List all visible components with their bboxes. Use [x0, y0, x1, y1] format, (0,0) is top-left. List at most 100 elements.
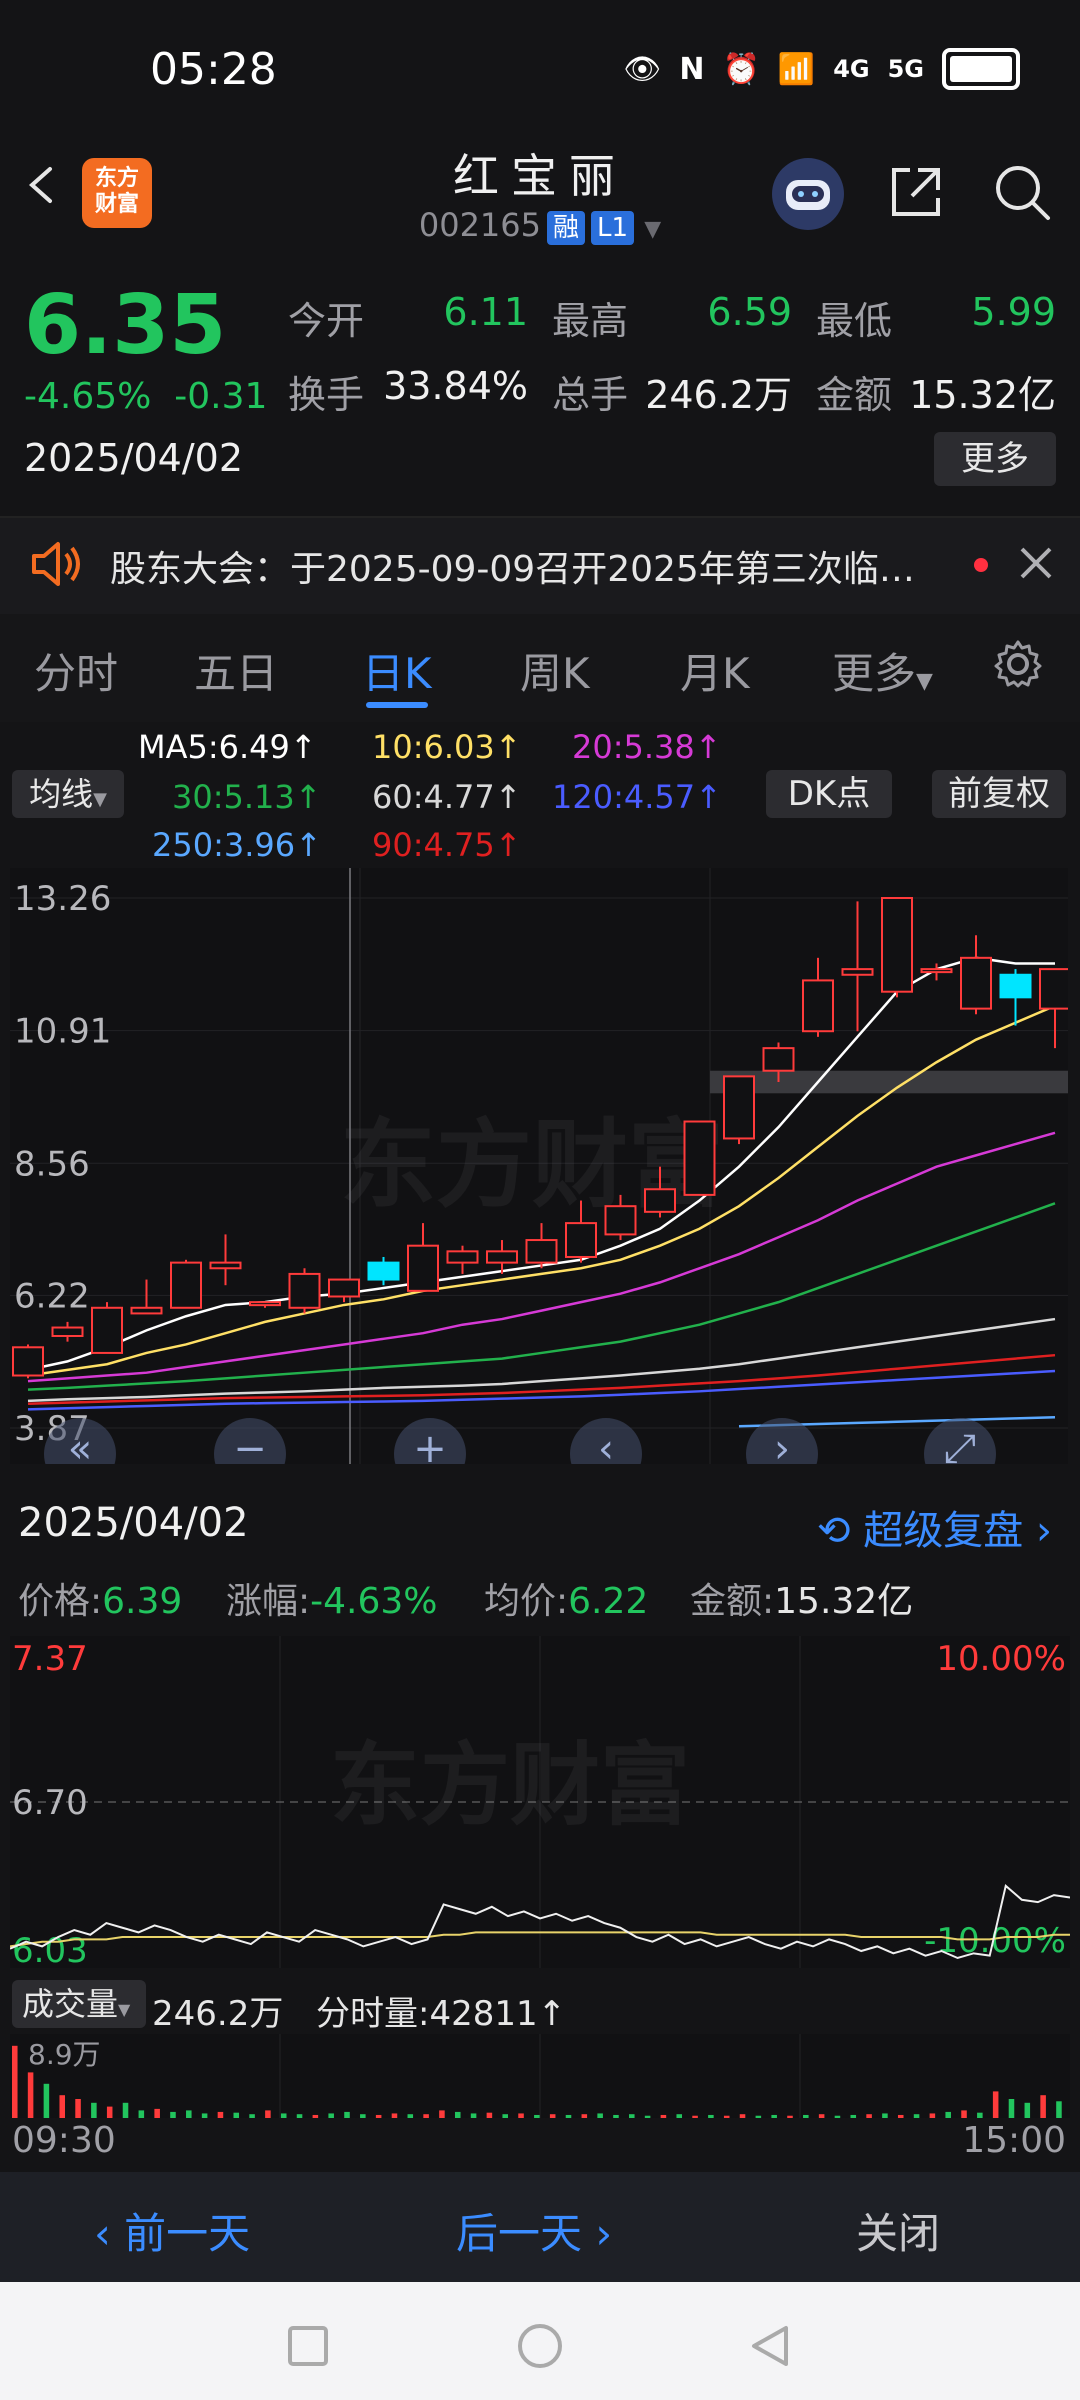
volume-value: 246.2万: [645, 373, 792, 417]
volume-bar: [897, 2114, 904, 2118]
system-nav-bar: [0, 2282, 1080, 2400]
zoom-out-icon: −: [233, 1426, 267, 1464]
volume-bar: [644, 2115, 651, 2118]
ma-dropdown[interactable]: 均线▼: [12, 770, 124, 818]
intraday-date: 2025/04/02: [18, 1500, 249, 1546]
level-tag: L1: [591, 211, 635, 245]
status-icons: 👁 N ⏰ 📶 4G 5G: [623, 48, 1020, 90]
prev-day-button[interactable]: ‹ 前一天: [94, 2200, 250, 2261]
volume-bar: [787, 2115, 793, 2118]
volume-bar: [992, 2091, 999, 2118]
cell-4g-icon: 4G: [833, 55, 870, 83]
close-icon[interactable]: [1018, 545, 1054, 581]
volume-bar: [43, 2083, 50, 2118]
next-icon: ›: [774, 1426, 790, 1464]
time-end: 15:00: [962, 2120, 1066, 2161]
volume-bar: [186, 2110, 192, 2118]
y-top-label: 7.37: [12, 1639, 88, 1679]
ma60-line: [27, 1317, 1056, 1403]
change-row: -4.65% -0.31: [24, 376, 267, 417]
volume-bar: [771, 2114, 777, 2118]
tab-more[interactable]: 更多▼: [832, 640, 933, 701]
chevron-down-icon: ▼: [93, 789, 107, 810]
minute-svg[interactable]: 东方财富 7.37 6.70 6.03 10.00% -10.00%: [9, 1636, 1071, 1971]
next-day-button[interactable]: 后一天 ›: [456, 2200, 612, 2261]
ma30-label: 30:5.13↑: [172, 778, 322, 816]
chevron-left-icon: ‹: [94, 2209, 111, 2258]
volume-bar: [407, 2114, 414, 2118]
candle-body: [407, 1244, 439, 1292]
chevron-down-icon: ▼: [118, 2000, 131, 2019]
volume-svg[interactable]: 8.9万: [10, 2034, 1070, 2118]
tab-five-day[interactable]: 五日: [194, 640, 278, 701]
intraday-amount: 金额:15.32亿: [690, 1581, 914, 1622]
volume-bar: [280, 2113, 287, 2118]
kline-svg[interactable]: 13.2610.918.566.223.87东方财富« − + ‹ › ⤢: [10, 868, 1071, 1490]
y-bot-label: 6.03: [12, 1931, 88, 1968]
candle-body: [367, 1261, 400, 1281]
volume-dropdown[interactable]: 成交量▼: [12, 1980, 146, 2028]
robot-assistant-icon[interactable]: [772, 158, 844, 230]
volume-bar: [12, 2045, 18, 2118]
chevron-down-icon: ▼: [916, 669, 933, 694]
volume-bar: [328, 2113, 334, 2118]
share-icon[interactable]: [884, 160, 948, 224]
volume-bar: [676, 2114, 683, 2118]
tab-weekly-k[interactable]: 周K: [520, 640, 590, 701]
volume-bar: [470, 2113, 477, 2118]
volume-bar: [961, 2110, 967, 2118]
candle-body: [960, 956, 992, 1010]
intraday-price: 价格:6.39: [18, 1581, 183, 1622]
tab-intraday[interactable]: 分时: [34, 640, 118, 701]
volume-bar: [344, 2111, 350, 2118]
support-band: [710, 1070, 1068, 1094]
candle-body: [12, 1346, 44, 1377]
price-axis-label: 10.91: [14, 1012, 111, 1052]
time-start: 09:30: [12, 2120, 116, 2161]
volume-chart[interactable]: 8.9万: [10, 2034, 1070, 2118]
ma5-label: MA5:6.49↑: [138, 728, 317, 766]
volume-bar: [454, 2111, 461, 2118]
volume-bar: [486, 2112, 493, 2118]
kline-chart[interactable]: 13.26 10.91 8.56 6.22 3.87 东方财富 «− + ‹ › ⤢: [10, 868, 1071, 1490]
volume-label: 总手: [552, 373, 629, 417]
volume-bar: [1024, 2102, 1031, 2118]
history-icon: ⟲: [817, 1508, 851, 1554]
price-axis-label: 8.56: [14, 1144, 90, 1184]
notice-text[interactable]: 股东大会：于2025-09-09召开2025年第三次临…: [110, 540, 915, 592]
close-button[interactable]: 关闭: [856, 2200, 940, 2261]
volume-bar: [249, 2114, 255, 2118]
speaker-icon: [32, 542, 80, 586]
home-icon[interactable]: [516, 2322, 564, 2370]
volume-bar: [518, 2113, 524, 2118]
volume-bar: [27, 2072, 34, 2118]
search-icon[interactable]: [990, 160, 1054, 224]
super-replay-link[interactable]: ⟲ 超级复盘 ›: [817, 1498, 1052, 1556]
volume-bar: [803, 2114, 809, 2118]
candle-body: [920, 968, 953, 974]
volume-bar: [1056, 2101, 1062, 2118]
fullscreen-icon: ⤢: [944, 1426, 976, 1464]
recents-icon[interactable]: [286, 2324, 330, 2368]
volume-bar: [692, 2115, 698, 2118]
candle-body: [881, 897, 913, 993]
more-quote-button[interactable]: 更多: [934, 432, 1056, 486]
dk-point-button[interactable]: DK点: [766, 770, 892, 818]
candle-body: [723, 1075, 755, 1140]
gear-icon[interactable]: [992, 638, 1044, 690]
volume-total: 246.2万: [152, 1994, 284, 2034]
volume-bar: [549, 2114, 556, 2118]
battery-icon: [942, 48, 1020, 90]
stock-code: 002165: [418, 206, 541, 244]
tab-daily-k[interactable]: 日K: [362, 640, 432, 701]
volume-bar: [201, 2113, 208, 2118]
candle-body: [683, 1120, 716, 1196]
ma250-label: 250:3.96↑: [152, 826, 322, 864]
tab-monthly-k[interactable]: 月K: [680, 640, 750, 701]
volume-bar: [834, 2115, 841, 2118]
back-nav-icon[interactable]: [748, 2324, 792, 2368]
minute-chart[interactable]: 东方财富 7.37 6.70 6.03 10.00% -10.00%: [9, 1636, 1071, 1971]
volume-bar: [850, 2114, 857, 2118]
turnover-value: 33.84%: [383, 364, 528, 408]
adjust-button[interactable]: 前复权: [932, 770, 1066, 818]
